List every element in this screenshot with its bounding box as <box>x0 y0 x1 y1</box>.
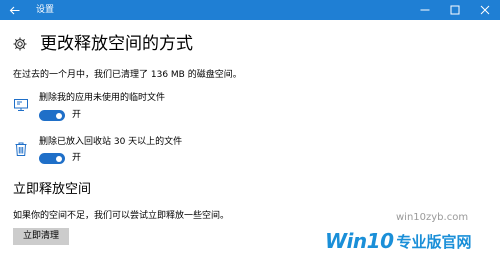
recycle-bin-toggle-state: 开 <box>72 153 82 163</box>
recycle-bin-toggle[interactable] <box>39 153 65 164</box>
watermark-logo: Win10 专业版官网 <box>325 228 472 254</box>
title-bar: 设置 <box>0 0 500 20</box>
minimize-icon <box>420 9 430 11</box>
temp-files-option-label: 删除我的应用未使用的临时文件 <box>39 93 166 103</box>
maximize-icon <box>450 5 460 15</box>
settings-window: 设置 更改释放空间的方式 在过去的一个月中，我们已清理了 136 MB 的磁盘空… <box>0 0 500 258</box>
close-button[interactable] <box>470 0 500 20</box>
minimize-button[interactable] <box>410 0 440 20</box>
temp-files-icon <box>14 99 28 111</box>
recycle-bin-option-label: 删除已放入回收站 30 天以上的文件 <box>39 137 183 147</box>
page-title: 更改释放空间的方式 <box>40 34 193 54</box>
watermark-brand: Win10 <box>325 229 394 253</box>
free-space-heading: 立即释放空间 <box>13 182 92 197</box>
free-space-description: 如果你的空间不足，我们可以尝试立即释放一些空间。 <box>13 211 230 221</box>
close-icon <box>480 5 490 15</box>
toggle-knob <box>56 155 62 162</box>
maximize-button[interactable] <box>440 0 470 20</box>
gear-icon <box>13 37 27 51</box>
clean-now-button[interactable]: 立即清理 <box>13 228 69 245</box>
watermark-brand-cn: 专业版官网 <box>396 232 472 251</box>
back-arrow-icon <box>9 6 19 14</box>
back-button[interactable] <box>0 0 28 20</box>
window-title: 设置 <box>36 5 55 15</box>
recycle-bin-icon <box>15 142 27 156</box>
watermark-url: win10zyb.com <box>396 212 469 223</box>
temp-files-toggle[interactable] <box>39 110 65 121</box>
toggle-knob <box>56 112 62 119</box>
temp-files-toggle-state: 开 <box>72 110 82 120</box>
cleanup-summary: 在过去的一个月中，我们已清理了 136 MB 的磁盘空间。 <box>13 70 242 80</box>
